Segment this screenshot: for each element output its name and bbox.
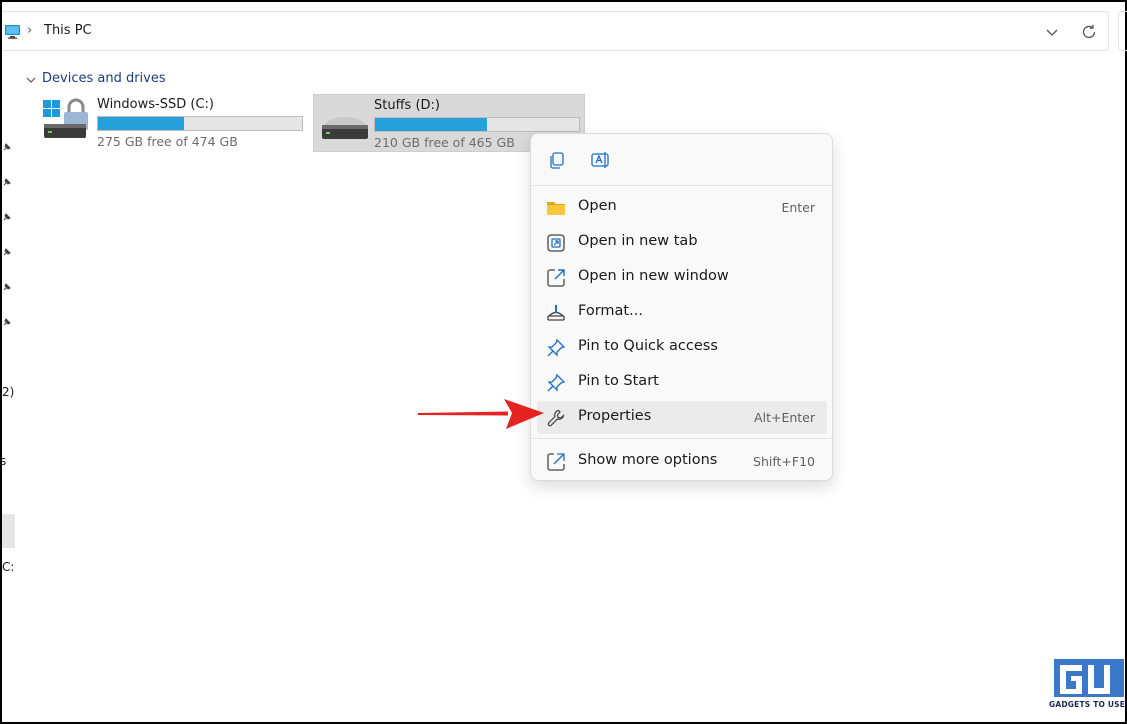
menu-item-shortcut: Enter [781, 200, 815, 215]
watermark-text: GADGETS TO USE [1049, 700, 1126, 709]
nav-item-selected[interactable] [2, 514, 15, 548]
format-icon [547, 305, 565, 321]
menu-item-shortcut: Shift+F10 [753, 454, 815, 469]
nav-item-clipped[interactable]: s [0, 454, 6, 468]
menu-item-pin-to-quick-access[interactable]: Pin to Quick access [537, 331, 827, 364]
menu-item-label: Open in new tab [578, 233, 698, 249]
menu-separator [531, 438, 832, 439]
rename-icon[interactable] [590, 150, 610, 170]
wrench-icon [547, 409, 565, 427]
pin-icon[interactable] [2, 177, 12, 187]
drive-usage-fill [98, 117, 184, 130]
menu-item-label: Open in new window [578, 268, 729, 284]
drive-free-space: 275 GB free of 474 GB [97, 134, 238, 149]
context-menu: Open Enter Open in new tab Open in new w… [530, 133, 833, 481]
new-window-icon [547, 269, 565, 287]
menu-item-show-more-options[interactable]: Show more options Shift+F10 [537, 445, 827, 478]
menu-item-open-in-new-tab[interactable]: Open in new tab [537, 226, 827, 259]
menu-item-open-in-new-window[interactable]: Open in new window [537, 261, 827, 294]
search-box-edge[interactable] [1118, 11, 1127, 51]
nav-item-clipped[interactable]: C: [2, 560, 14, 574]
menu-item-label: Format... [578, 303, 643, 319]
pin-icon [547, 373, 566, 392]
copy-icon[interactable] [547, 150, 567, 170]
drive-icon [322, 117, 368, 139]
address-bar[interactable]: › This PC [2, 11, 1109, 51]
locked-drive-icon [43, 98, 88, 138]
menu-item-label: Show more options [578, 452, 718, 468]
drive-c[interactable]: Windows-SSD (C:) 275 GB free of 474 GB [38, 94, 308, 152]
breadcrumb-this-pc[interactable]: This PC [44, 23, 92, 38]
drive-usage-fill [375, 118, 488, 131]
refresh-icon[interactable] [1080, 23, 1098, 41]
drive-usage-bar [97, 116, 303, 131]
context-menu-quick-actions [531, 134, 832, 186]
drive-name: Windows-SSD (C:) [97, 97, 214, 112]
pin-icon [547, 338, 566, 357]
menu-item-pin-to-start[interactable]: Pin to Start [537, 366, 827, 399]
folder-icon [547, 202, 565, 215]
pin-icon[interactable] [2, 142, 12, 152]
pin-icon[interactable] [2, 212, 12, 222]
menu-item-label: Pin to Start [578, 373, 659, 389]
red-arrow-annotation [418, 399, 544, 429]
new-tab-icon [547, 234, 565, 252]
menu-item-label: Pin to Quick access [578, 338, 718, 354]
drive-usage-bar [374, 117, 580, 132]
chevron-down-icon[interactable] [25, 74, 37, 86]
menu-item-label: Properties [578, 408, 652, 424]
breadcrumb-separator: › [27, 23, 33, 38]
menu-item-label: Open [578, 198, 617, 214]
drive-name: Stuffs (D:) [374, 98, 440, 113]
this-pc-icon [5, 25, 20, 39]
menu-item-properties[interactable]: Properties Alt+Enter [537, 401, 827, 434]
nav-item-clipped[interactable]: 2) [2, 385, 14, 399]
section-title-devices-and-drives[interactable]: Devices and drives [42, 71, 166, 86]
pin-icon[interactable] [2, 247, 12, 257]
chevron-down-icon[interactable] [1044, 24, 1060, 40]
pin-icon[interactable] [2, 282, 12, 292]
menu-item-shortcut: Alt+Enter [754, 410, 815, 425]
file-explorer-window: › This PC Devices and drives Windows-SSD… [0, 0, 1127, 724]
menu-item-open[interactable]: Open Enter [537, 191, 827, 224]
more-options-icon [547, 453, 565, 471]
menu-item-format[interactable]: Format... [537, 296, 827, 329]
drive-free-space: 210 GB free of 465 GB [374, 135, 515, 150]
pin-icon[interactable] [2, 317, 12, 327]
